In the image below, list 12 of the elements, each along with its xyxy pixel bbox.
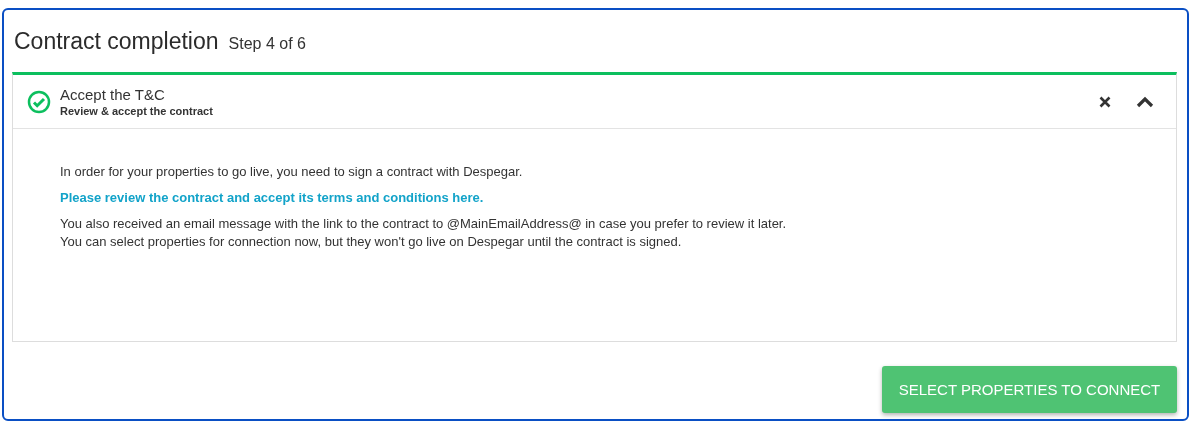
step-title: Accept the T&C bbox=[60, 86, 166, 103]
select-properties-button[interactable]: SELECT PROPERTIES TO CONNECT bbox=[882, 366, 1177, 413]
chevron-up-icon[interactable] bbox=[1136, 95, 1154, 108]
info-text: You also received an email message with the link to the contract to @MainEmailAddress@ in case you prefer to review it later. bbox=[60, 215, 788, 233]
contract-link[interactable]: Please review the contract and accept its terms and conditions here. bbox=[60, 189, 484, 207]
step-subtitle: Review & accept the contract bbox=[60, 105, 214, 117]
page-title: Contract completion bbox=[14, 28, 219, 55]
info-text: In order for your properties to go live, you need to sign a contract with Despegar. bbox=[60, 163, 524, 181]
step-counter: Step 4 of 6 bbox=[228, 35, 306, 53]
check-circle-icon bbox=[27, 89, 51, 114]
close-icon[interactable] bbox=[1099, 95, 1111, 108]
info-text: You can select properties for connection now, but they won't go live on Despegar until the contract is signed. bbox=[60, 233, 683, 251]
